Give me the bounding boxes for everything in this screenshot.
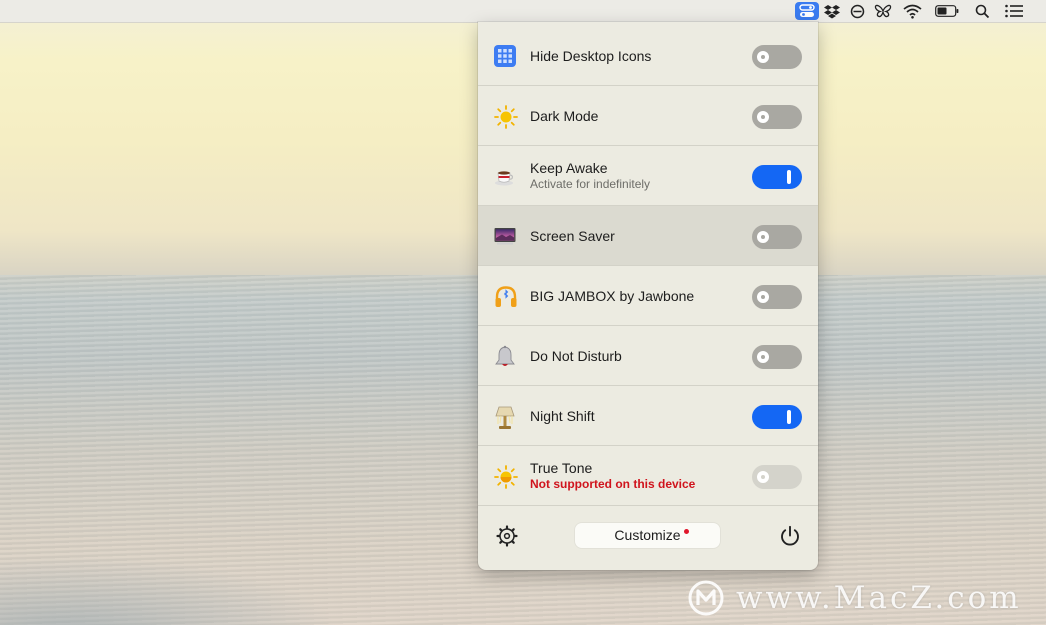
- one-switch-panel: Hide Desktop Icons Dark Mode Keep Awake …: [478, 22, 818, 570]
- lamp-icon: [494, 405, 516, 429]
- toggle-dark-mode[interactable]: [752, 105, 802, 129]
- row-true-tone[interactable]: True Tone Not supported on this device: [478, 446, 818, 506]
- watermark-text: www.MacZ.com: [736, 580, 1022, 616]
- row-label: Do Not Disturb: [530, 348, 622, 364]
- row-subtitle: Activate for indefinitely: [530, 177, 651, 191]
- row-label: True Tone: [530, 460, 593, 476]
- toggle-keep-awake[interactable]: [752, 165, 802, 189]
- toggle-night-shift[interactable]: [752, 405, 802, 429]
- row-night-shift[interactable]: Night Shift: [478, 386, 818, 446]
- wifi-icon[interactable]: [901, 2, 923, 20]
- row-label: BIG JAMBOX by Jawbone: [530, 288, 695, 304]
- bell-icon: [494, 345, 516, 367]
- sun-half-icon: [494, 465, 518, 489]
- row-do-not-disturb[interactable]: Do Not Disturb: [478, 326, 818, 386]
- coffee-cup-icon: [494, 165, 516, 187]
- panel-footer: Customize: [478, 506, 818, 570]
- row-keep-awake[interactable]: Keep Awake Activate for indefinitely: [478, 146, 818, 206]
- desktop-wallpaper-shore: [0, 555, 340, 625]
- menu-bar: [0, 0, 1046, 23]
- headphones-icon: [494, 285, 517, 307]
- row-screen-saver[interactable]: Screen Saver: [478, 206, 818, 266]
- screen-saver-icon: [494, 225, 516, 247]
- list-icon[interactable]: [1003, 2, 1025, 20]
- watermark: www.MacZ.com: [688, 578, 1022, 618]
- dropbox-icon[interactable]: [822, 2, 842, 20]
- row-label: Night Shift: [530, 408, 595, 424]
- notification-dot: [684, 529, 689, 534]
- power-icon[interactable]: [779, 525, 801, 547]
- row-dark-mode[interactable]: Dark Mode: [478, 86, 818, 146]
- row-label: Hide Desktop Icons: [530, 48, 652, 64]
- grid-icon: [494, 45, 516, 67]
- row-label: Screen Saver: [530, 228, 615, 244]
- battery-icon[interactable]: [933, 2, 961, 20]
- no-entry-icon[interactable]: [847, 2, 867, 20]
- sun-icon: [494, 105, 518, 129]
- one-switch-icon[interactable]: [795, 2, 819, 20]
- row-subtitle-warning: Not supported on this device: [530, 477, 696, 491]
- toggle-do-not-disturb[interactable]: [752, 345, 802, 369]
- row-label: Dark Mode: [530, 108, 599, 124]
- toggle-true-tone: [752, 465, 802, 489]
- toggle-screen-saver[interactable]: [752, 225, 802, 249]
- butterfly-icon[interactable]: [872, 2, 894, 20]
- macz-logo-icon: [688, 580, 724, 616]
- customize-button[interactable]: Customize: [575, 523, 720, 548]
- row-label: Keep Awake: [530, 160, 608, 176]
- gear-icon[interactable]: [496, 525, 518, 547]
- search-icon[interactable]: [972, 2, 992, 20]
- toggle-hide-desktop-icons[interactable]: [752, 45, 802, 69]
- row-big-jambox[interactable]: BIG JAMBOX by Jawbone: [478, 266, 818, 326]
- row-hide-desktop-icons[interactable]: Hide Desktop Icons: [478, 26, 818, 86]
- customize-label: Customize: [614, 527, 681, 543]
- toggle-big-jambox[interactable]: [752, 285, 802, 309]
